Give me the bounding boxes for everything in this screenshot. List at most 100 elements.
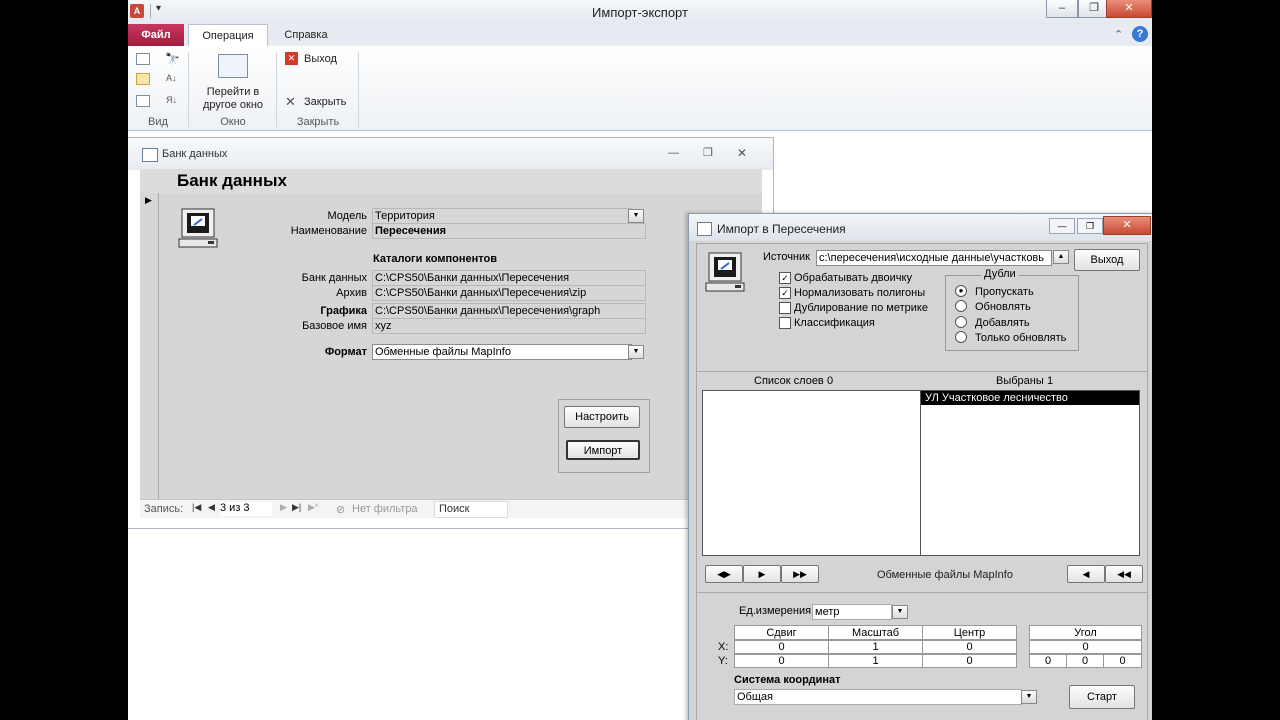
base-name-field[interactable]: xyz	[372, 318, 646, 334]
coord-system-field[interactable]: Общая	[734, 689, 1022, 705]
source-field[interactable]: c:\пересечения\исходные данные\участковь	[816, 250, 1052, 266]
tab-help[interactable]: Справка	[274, 24, 338, 46]
switch-window-label-1[interactable]: Перейти в	[190, 86, 276, 98]
archive-field[interactable]: C:\CPS50\Банки данных\Пересечения\zip	[372, 285, 646, 301]
radio-update[interactable]	[955, 300, 967, 312]
remove-all-button[interactable]: ◀◀	[1105, 565, 1143, 583]
record-navigation-bar: Запись: |◀ ◀ 3 из 3 ▶ ▶| ▶* ⊘ Нет фильтр…	[140, 499, 762, 518]
source-label: Источник	[763, 251, 810, 263]
ribbon-collapse-icon[interactable]: ⌃	[1114, 28, 1123, 41]
angle-x-field[interactable]: 0	[1029, 640, 1142, 654]
exit-icon[interactable]: ✕	[285, 52, 298, 65]
bank-path-label: Банк данных	[301, 272, 367, 284]
app-title: Импорт-экспорт	[592, 5, 688, 20]
remove-selected-button[interactable]: ◀	[1067, 565, 1105, 583]
form-header-title: Банк данных	[177, 171, 287, 190]
name-field[interactable]: Пересечения	[372, 223, 646, 239]
help-icon[interactable]: ?	[1132, 26, 1148, 42]
form-icon	[697, 222, 712, 236]
selected-layers-list[interactable]: УЛ Участковое лесничество	[920, 390, 1140, 556]
move-right-button[interactable]: ▶▶	[781, 565, 819, 583]
sort-ascending-icon[interactable]: A↓	[166, 73, 177, 83]
angle-deg-field[interactable]: 0	[1029, 654, 1067, 668]
form-view-icon[interactable]	[136, 53, 150, 65]
selected-count: 1	[1047, 375, 1054, 387]
exit-button[interactable]: Выход	[304, 53, 337, 65]
switch-window-icon[interactable]	[218, 54, 248, 78]
model-field[interactable]: Территория	[372, 208, 632, 224]
ribbon-separator	[188, 52, 189, 128]
center-x-field[interactable]: 0	[922, 640, 1017, 654]
find-icon[interactable]: 🔭	[165, 52, 180, 66]
ribbon-separator	[358, 52, 359, 128]
model-dropdown-icon[interactable]: ▼	[628, 209, 644, 223]
add-selected-button[interactable]: ▶	[743, 565, 781, 583]
angle-min-field[interactable]: 0	[1066, 654, 1104, 668]
new-record-icon[interactable]: ▶*	[308, 502, 318, 513]
coord-system-dropdown-icon[interactable]: ▼	[1021, 690, 1037, 704]
scale-y-field[interactable]: 1	[828, 654, 923, 668]
bank-close-button[interactable]: ✕	[737, 146, 747, 160]
close-x-icon[interactable]: ✕	[285, 94, 296, 110]
checkbox-classification[interactable]	[779, 317, 791, 329]
import-close-button[interactable]: ✕	[1103, 216, 1151, 235]
layers-list[interactable]	[702, 390, 921, 556]
radio-add[interactable]	[955, 316, 967, 328]
filter-status[interactable]: Нет фильтра	[352, 503, 418, 515]
form-icon	[142, 148, 158, 162]
shift-y-field[interactable]: 0	[734, 654, 829, 668]
bank-minimize-button[interactable]: —	[668, 147, 679, 159]
form-body: Модель Территория ▼ Наименование Пересеч…	[140, 193, 762, 499]
radio-skip[interactable]: ●	[955, 285, 967, 297]
record-position-field[interactable]: 3 из 3	[220, 502, 272, 516]
import-minimize-button[interactable]: —	[1049, 218, 1075, 234]
scale-x-field[interactable]: 1	[828, 640, 923, 654]
checkbox-binary[interactable]: ✓	[779, 272, 791, 284]
layout-view-icon[interactable]	[136, 95, 150, 107]
center-y-field[interactable]: 0	[922, 654, 1017, 668]
add-all-button[interactable]: ◀▶	[705, 565, 743, 583]
close-ribbon-button[interactable]: Закрыть	[304, 96, 346, 108]
import-restore-button[interactable]: ❐	[1077, 218, 1103, 234]
format-field[interactable]: Обменные файлы MapInfo	[372, 344, 632, 360]
tab-operation[interactable]: Операция	[188, 24, 268, 47]
record-selector[interactable]: ▶	[140, 193, 159, 499]
datasheet-view-icon[interactable]	[136, 73, 150, 85]
shift-x-field[interactable]: 0	[734, 640, 829, 654]
units-dropdown-icon[interactable]: ▼	[892, 605, 908, 619]
angle-sec-field[interactable]: 0	[1103, 654, 1142, 668]
bank-window-title: Банк данных	[162, 148, 228, 160]
start-button[interactable]: Старт	[1069, 685, 1135, 709]
radio-update-only[interactable]	[955, 331, 967, 343]
checkbox-normalize[interactable]: ✓	[779, 287, 791, 299]
radio-skip-label: Пропускать	[975, 286, 1034, 298]
import-exit-button[interactable]: Выход	[1074, 249, 1140, 271]
import-layers-section: Список слоев 0 Выбраны 1 УЛ Участковое л…	[696, 371, 1148, 593]
prev-record-icon[interactable]: ◀	[208, 502, 215, 513]
import-window-title: Импорт в Пересечения	[717, 222, 846, 236]
minimize-button[interactable]: –	[1046, 0, 1078, 18]
app-titlebar: A ▾ Импорт-экспорт – ❐ ✕	[128, 0, 1152, 24]
import-button[interactable]: Импорт	[566, 440, 640, 460]
switch-window-label-2[interactable]: другое окно	[190, 99, 276, 111]
graphics-field[interactable]: C:\CPS50\Банки данных\Пересечения\graph	[372, 303, 646, 319]
tab-file[interactable]: Файл	[128, 24, 184, 46]
close-button[interactable]: ✕	[1106, 0, 1152, 18]
source-browse-icon[interactable]: ▲	[1053, 250, 1069, 264]
import-coords-section: Ед.измерения метр ▼ Сдвиг Масштаб Центр …	[696, 592, 1148, 720]
bank-path-field[interactable]: C:\CPS50\Банки данных\Пересечения	[372, 270, 646, 286]
selected-layer-item[interactable]: УЛ Участковое лесничество	[921, 391, 1139, 405]
search-input[interactable]: Поиск	[434, 501, 508, 518]
layers-count: 0	[827, 375, 834, 387]
format-dropdown-icon[interactable]: ▼	[628, 345, 644, 359]
units-field[interactable]: метр	[812, 604, 892, 620]
form-header: Банк данных	[140, 169, 762, 194]
next-record-icon[interactable]: ▶	[280, 502, 287, 513]
sort-descending-icon[interactable]: Я↓	[166, 95, 177, 105]
first-record-icon[interactable]: |◀	[192, 502, 201, 513]
configure-button[interactable]: Настроить	[564, 406, 640, 428]
bank-restore-button[interactable]: ❐	[703, 146, 713, 159]
filter-icon[interactable]: ⊘	[336, 503, 345, 516]
checkbox-duplicate-metric[interactable]	[779, 302, 791, 314]
last-record-icon[interactable]: ▶|	[292, 502, 301, 513]
